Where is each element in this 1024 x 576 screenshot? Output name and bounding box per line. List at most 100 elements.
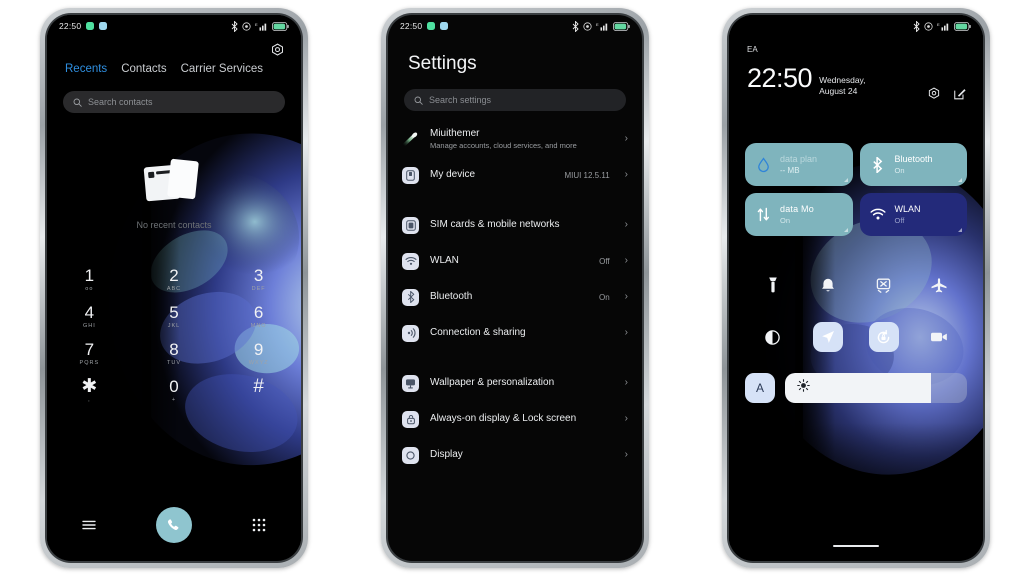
control-center-settings-button[interactable] (927, 87, 941, 106)
chevron-right-icon: › (624, 255, 628, 266)
blue-app-badge (99, 22, 108, 30)
dialpad-key-4[interactable]: 4 GHI (47, 298, 132, 333)
tile-wlan[interactable]: WLAN Off (859, 193, 967, 236)
contacts-search-placeholder: Search contacts (88, 97, 153, 107)
settings-item-title: Always-on display & Lock screen (430, 413, 577, 424)
settings-list: Miuithemer Manage accounts, cloud servic… (388, 121, 642, 561)
signal-icon: E (255, 22, 267, 31)
key-letters: oo (85, 286, 94, 292)
tile-text: data plan -- MB (780, 154, 817, 176)
dialpad-key-0[interactable]: 0 + (132, 372, 217, 407)
dialpad-key-3[interactable]: 3 DEF (216, 261, 301, 296)
brightness-row: A (745, 373, 967, 403)
toggle-screen-record[interactable] (924, 322, 954, 352)
settings-item-my-device[interactable]: My device MIUI 12.5.11 › (402, 157, 628, 193)
toggle-rotation-lock[interactable] (868, 322, 899, 352)
settings-item-text: Wallpaper & personalization (430, 377, 614, 389)
contact-cards-illustration (139, 156, 209, 210)
toggle-dark-mode[interactable] (758, 322, 788, 352)
key-letters: DEF (251, 286, 266, 292)
tab-contacts[interactable]: Contacts (121, 63, 166, 75)
settings-search-field[interactable]: Search settings (404, 89, 626, 111)
status-time: 22:50 (59, 21, 82, 31)
auto-brightness-button[interactable]: A (745, 373, 775, 403)
toggle-screenshot[interactable] (869, 270, 899, 300)
tile-bluetooth[interactable]: Bluetooth On (859, 143, 967, 186)
tile-expand-corner[interactable] (843, 178, 848, 182)
screen-record-icon (931, 332, 948, 342)
key-digit: 7 (84, 340, 95, 359)
tile-expand-corner[interactable] (958, 178, 962, 182)
dialpad-key-7[interactable]: 7 PQRS (47, 335, 132, 370)
bluetooth-icon (402, 288, 419, 306)
hamburger-menu-icon (82, 520, 97, 530)
key-letters: WXYZ (248, 360, 269, 366)
signal-icon: E (596, 22, 608, 31)
green-app-badge (86, 22, 95, 30)
sim-card-icon (402, 216, 419, 234)
battery-icon (613, 21, 630, 31)
settings-item-miuithemer[interactable]: Miuithemer Manage accounts, cloud servic… (401, 121, 628, 157)
settings-item-value: Off (599, 256, 610, 266)
dialpad-key-1[interactable]: 1 oo (47, 261, 132, 296)
dialpad-key-star[interactable]: ✱, (47, 372, 132, 407)
location-arrow-icon (822, 331, 835, 343)
settings-item-bluetooth[interactable]: Bluetooth On › (402, 279, 628, 315)
settings-group-divider (402, 351, 628, 365)
home-indicator-bar[interactable] (833, 544, 879, 547)
toggle-location[interactable] (813, 322, 844, 352)
tile-label: WLAN (894, 203, 921, 214)
settings-item-display[interactable]: Display › (402, 437, 628, 473)
phone-call-icon (168, 518, 179, 530)
dialpad-key-hash[interactable]: # (216, 372, 301, 407)
carrier-label: EA (747, 45, 758, 54)
dialer-bottom-bar (47, 507, 301, 543)
settings-item-wallpaper[interactable]: Wallpaper & personalization › (402, 365, 628, 401)
dialpad-key-2[interactable]: 2 ABC (132, 261, 217, 296)
dnd-icon (583, 21, 592, 31)
settings-item-title: Display (430, 449, 463, 460)
brightness-slider[interactable] (785, 373, 967, 403)
tile-expand-corner[interactable] (843, 228, 848, 232)
tile-text: Bluetooth On (895, 154, 933, 176)
settings-item-sim-cards[interactable]: SIM cards & mobile networks › (402, 207, 628, 243)
dialpad-key-9[interactable]: 9 WXYZ (216, 335, 301, 370)
dialer-call-button[interactable] (132, 507, 217, 543)
settings-item-title: My device (430, 169, 476, 180)
settings-item-title: Connection & sharing (430, 327, 526, 338)
key-digit: 9 (253, 340, 264, 359)
status-bar-left: 22:50 (59, 21, 108, 31)
toggle-airplane-mode[interactable] (924, 270, 954, 300)
key-digit: 6 (253, 303, 264, 322)
dialer-settings-button[interactable] (270, 43, 285, 63)
tab-recents[interactable]: Recents (65, 63, 107, 75)
key-digit: 3 (253, 266, 264, 285)
dialer-menu-button[interactable] (47, 519, 132, 531)
toggle-flashlight[interactable] (758, 270, 788, 300)
settings-item-value: MIUI 12.5.11 (564, 170, 610, 180)
settings-item-title: WLAN (430, 255, 459, 266)
settings-item-connection-sharing[interactable]: Connection & sharing › (402, 315, 628, 351)
dialpad-key-8[interactable]: 8 TUV (132, 335, 217, 370)
control-center-edit-button[interactable] (953, 87, 967, 106)
search-icon (73, 98, 82, 107)
tile-label: data Mo (780, 203, 814, 214)
settings-item-lock-screen[interactable]: Always-on display & Lock screen › (402, 401, 628, 437)
screenshot-canvas: 22:50 E Recents Contacts Carrier Service… (0, 0, 1024, 576)
tile-label: data plan (780, 153, 818, 164)
dialpad-key-5[interactable]: 5 JKL (132, 298, 217, 333)
key-letters: GHI (82, 323, 96, 329)
toggle-ringer[interactable] (813, 270, 843, 300)
dialpad-key-6[interactable]: 6 MNO (216, 298, 301, 333)
tab-carrier-services[interactable]: Carrier Services (181, 63, 263, 75)
phone-device-control-center: E EA 22:50 Wednesday, August 24 data pla… (722, 8, 990, 568)
contacts-search-field[interactable]: Search contacts (63, 91, 285, 113)
tile-expand-corner[interactable] (958, 228, 962, 232)
svg-text:E: E (596, 22, 599, 27)
dialer-keypad-button[interactable] (216, 518, 301, 532)
phone1-screen: 22:50 E Recents Contacts Carrier Service… (47, 15, 301, 561)
phone-icon (402, 166, 419, 184)
tile-data-plan[interactable]: data plan -- MB (745, 143, 853, 186)
tile-mobile-data[interactable]: data Mo On (745, 193, 853, 236)
settings-item-wlan[interactable]: WLAN Off › (402, 243, 628, 279)
